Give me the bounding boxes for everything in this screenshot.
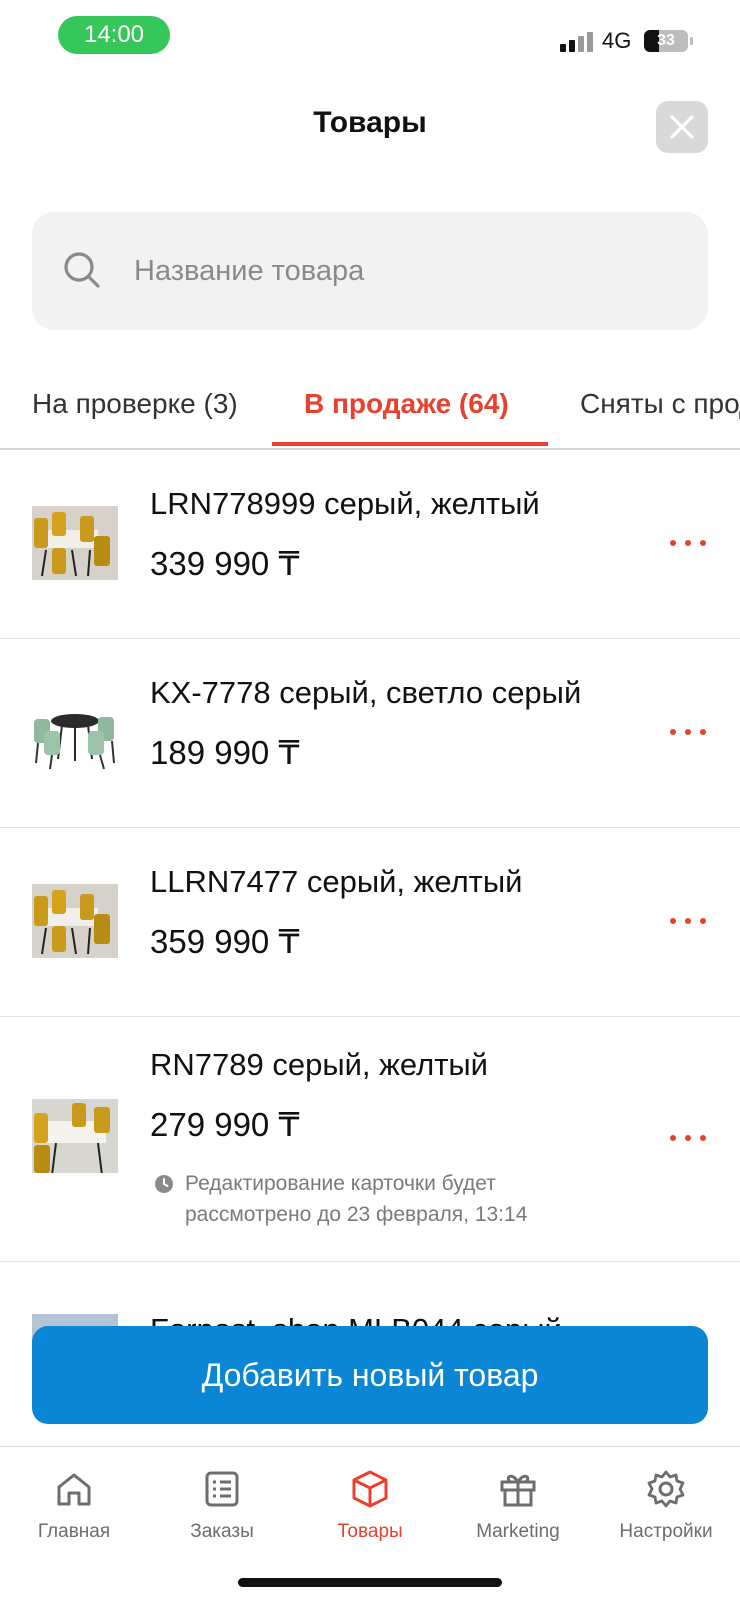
page-title: Товары bbox=[313, 106, 427, 139]
tab-removed[interactable]: Сняты с продажи bbox=[580, 388, 740, 420]
close-button[interactable] bbox=[656, 101, 708, 153]
battery-icon: 33 bbox=[644, 30, 688, 52]
nav-settings-label: Настройки bbox=[619, 1521, 713, 1542]
tab-on-review[interactable]: На проверке (3) bbox=[32, 388, 238, 420]
orders-icon bbox=[205, 1471, 239, 1507]
gear-icon bbox=[647, 1470, 685, 1508]
product-row[interactable]: LLRN7477 серый, желтый 359 990 ₸ bbox=[0, 828, 740, 1017]
battery-level: 33 bbox=[657, 32, 675, 49]
product-image bbox=[32, 1099, 118, 1173]
product-name: RN7789 серый, желтый bbox=[150, 1047, 488, 1082]
product-row[interactable]: KX-7778 серый, светло серый 189 990 ₸ bbox=[0, 639, 740, 828]
product-name: LLRN7477 серый, желтый bbox=[150, 864, 523, 899]
more-options-icon[interactable] bbox=[670, 918, 706, 928]
add-product-button[interactable]: Добавить новый товар bbox=[32, 1326, 708, 1424]
product-row[interactable]: LRN778999 серый, желтый 339 990 ₸ bbox=[0, 450, 740, 639]
battery-tip bbox=[690, 37, 693, 45]
product-price: 339 990 ₸ bbox=[150, 545, 300, 582]
more-options-icon[interactable] bbox=[670, 540, 706, 550]
active-tab-indicator bbox=[272, 442, 548, 446]
status-tabs: На проверке (3) В продаже (64) Сняты с п… bbox=[0, 372, 740, 450]
nav-orders[interactable]: Заказы bbox=[148, 1447, 296, 1557]
nav-orders-label: Заказы bbox=[190, 1521, 254, 1542]
clock-icon bbox=[155, 1175, 173, 1193]
product-price: 189 990 ₸ bbox=[150, 734, 300, 771]
tab-on-sale[interactable]: В продаже (64) bbox=[304, 388, 509, 420]
signal-icon bbox=[560, 32, 594, 52]
nav-products-label: Товары bbox=[337, 1521, 403, 1542]
more-options-icon[interactable] bbox=[670, 729, 706, 739]
gift-icon bbox=[500, 1474, 536, 1507]
nav-marketing-label: Marketing bbox=[476, 1521, 560, 1542]
review-notice: Редактирование карточки будет рассмотрен… bbox=[185, 1172, 528, 1226]
nav-marketing[interactable]: Marketing bbox=[444, 1447, 592, 1557]
nav-home[interactable]: Главная bbox=[0, 1447, 148, 1557]
status-bar: 14:00 4G 33 bbox=[0, 0, 740, 80]
product-image bbox=[32, 697, 118, 771]
search-input[interactable] bbox=[132, 242, 676, 300]
nav-home-label: Главная bbox=[37, 1521, 111, 1542]
home-indicator bbox=[238, 1578, 502, 1587]
nav-products[interactable]: Товары bbox=[296, 1447, 444, 1557]
product-image bbox=[32, 884, 118, 958]
search-icon bbox=[64, 252, 100, 288]
product-price: 359 990 ₸ bbox=[150, 923, 300, 960]
product-name: LRN778999 серый, желтый bbox=[150, 486, 540, 521]
home-icon bbox=[57, 1473, 91, 1506]
nav-settings[interactable]: Настройки bbox=[592, 1447, 740, 1557]
more-options-icon[interactable] bbox=[670, 1135, 706, 1145]
close-icon bbox=[670, 115, 694, 139]
product-price: 279 990 ₸ bbox=[150, 1106, 300, 1143]
search-box[interactable] bbox=[32, 212, 708, 330]
product-image bbox=[32, 506, 118, 580]
box-icon bbox=[352, 1470, 388, 1508]
product-name: KX-7778 серый, светло серый bbox=[150, 675, 582, 710]
network-type: 4G bbox=[602, 28, 632, 53]
status-time: 14:00 bbox=[58, 16, 170, 54]
